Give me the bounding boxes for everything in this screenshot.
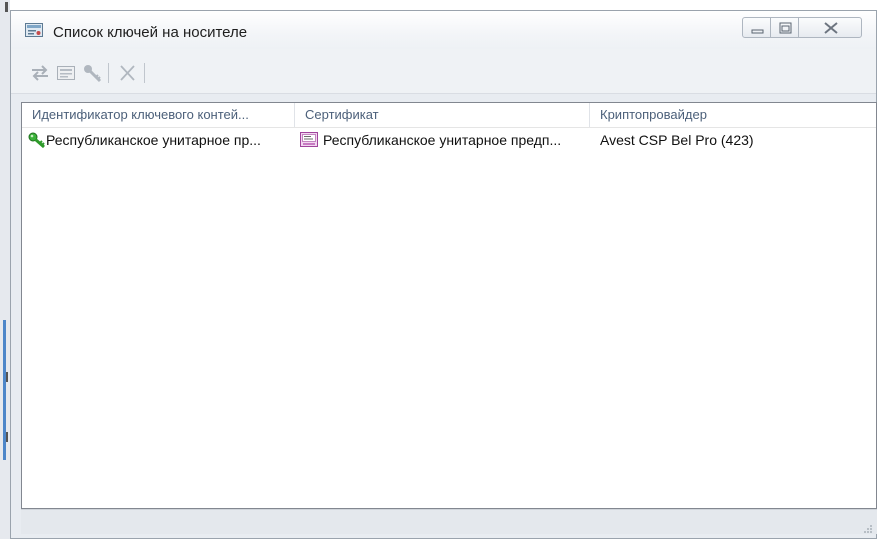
keys-list-window: Список ключей на носителе Идентификатор …: [10, 10, 877, 539]
column-header-container-id[interactable]: Идентификатор ключевого контей...: [22, 103, 294, 127]
delete-x-icon[interactable]: [117, 63, 139, 83]
title-bar[interactable]: Список ключей на носителе: [11, 11, 876, 49]
status-bar: [21, 509, 877, 534]
toolbar-separator: [107, 63, 111, 83]
certificate-store-icon: [25, 23, 43, 39]
certificate-icon: [300, 132, 318, 148]
close-button[interactable]: [798, 17, 862, 38]
list-item[interactable]: Республиканское унитарное пр... Республи…: [22, 129, 876, 151]
minimize-button[interactable]: [742, 17, 771, 38]
keys-list[interactable]: Идентификатор ключевого контей... Сертиф…: [21, 102, 877, 509]
list-header: Идентификатор ключевого контей... Сертиф…: [22, 103, 876, 128]
background-window-edge: [0, 0, 10, 539]
toolbar-separator: [143, 63, 147, 83]
window-title: Список ключей на носителе: [53, 24, 248, 41]
close-icon: [824, 22, 838, 34]
green-key-icon: [28, 132, 46, 149]
certificate-cell: Республиканское унитарное предп...: [323, 132, 562, 148]
maximize-button[interactable]: [770, 17, 799, 38]
column-header-provider[interactable]: Криптопровайдер: [590, 103, 876, 127]
resize-grip-icon[interactable]: [863, 521, 873, 533]
container-id-cell: Республиканское унитарное пр...: [46, 132, 261, 148]
key-icon[interactable]: [81, 63, 103, 83]
column-header-certificate[interactable]: Сертификат: [295, 103, 589, 127]
refresh-arrows-icon[interactable]: [29, 63, 51, 83]
certificate-view-icon[interactable]: [55, 63, 77, 83]
maximize-icon: [779, 22, 792, 34]
toolbar: [11, 49, 876, 94]
minimize-icon: [751, 29, 764, 34]
provider-cell: Avest CSP Bel Pro (423): [600, 132, 754, 148]
